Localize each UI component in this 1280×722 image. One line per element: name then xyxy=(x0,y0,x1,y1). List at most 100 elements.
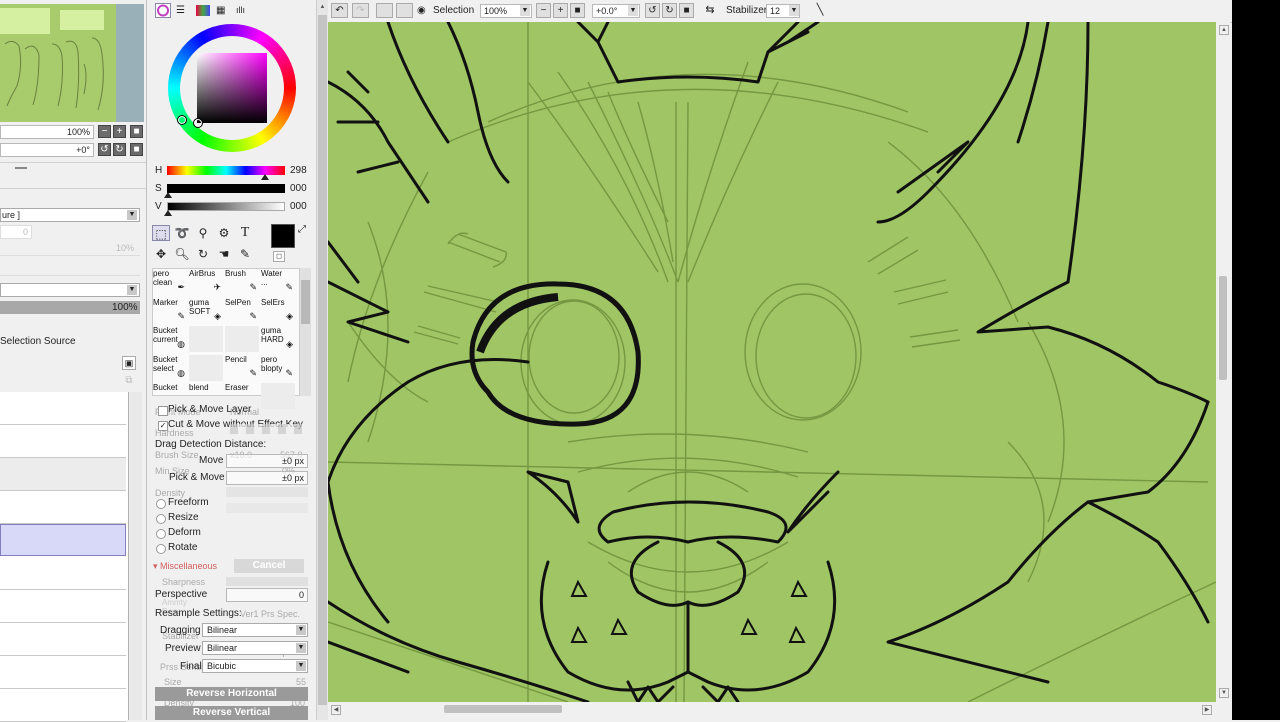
brush-slot[interactable]: pero clean ✒ xyxy=(153,269,187,295)
swatch-tab-icon[interactable]: ▦ xyxy=(216,5,229,16)
layer-option-select[interactable] xyxy=(0,283,140,297)
layer-row[interactable] xyxy=(0,623,126,656)
redo-button[interactable]: ↷ xyxy=(352,3,369,18)
canvas-scroll-up-icon[interactable]: ▲ xyxy=(1219,25,1229,35)
eyedropper-tool-icon[interactable]: ✎ xyxy=(236,246,254,262)
swap-colors-icon[interactable]: ⤢ xyxy=(298,224,306,235)
canvas-vertical-scrollbar[interactable]: ▲ ▼ xyxy=(1216,22,1230,702)
brush-slot[interactable] xyxy=(261,383,295,409)
layer-row[interactable] xyxy=(0,590,126,623)
rotate-cw-button[interactable]: ↻ xyxy=(662,3,677,18)
rotate-reset-button[interactable]: ■ xyxy=(130,143,143,156)
canvas-horizontal-scrollbar[interactable]: ◀ ▶ xyxy=(328,702,1216,716)
rotate-radio[interactable] xyxy=(156,544,166,554)
brush-slot[interactable] xyxy=(225,326,259,352)
move-distance-input[interactable]: ±0 px xyxy=(226,454,308,468)
canvas-horizontal-thumb[interactable] xyxy=(444,705,562,713)
selection-visibility-icon[interactable]: ◉ xyxy=(417,5,429,16)
reverse-horizontal-button[interactable]: Reverse Horizontal xyxy=(155,687,308,701)
canvas-zoom-out-button[interactable]: − xyxy=(536,3,551,18)
rotate-ccw-button[interactable]: ↺ xyxy=(645,3,660,18)
layer-list-scrollbar[interactable] xyxy=(130,392,142,720)
rotate-left-button[interactable]: ↺ xyxy=(98,143,111,156)
canvas-rotation-dropdown-icon[interactable]: ▼ xyxy=(628,5,638,16)
hand-tool-icon[interactable]: ✥ xyxy=(152,246,170,262)
perspective-input[interactable]: 0 xyxy=(226,588,308,602)
layer-row[interactable] xyxy=(0,491,126,524)
navigator-angle-input[interactable]: +0° xyxy=(0,143,94,157)
value-slider[interactable] xyxy=(167,202,285,211)
foreground-color-swatch[interactable] xyxy=(271,224,295,248)
text-tool-icon[interactable]: T xyxy=(236,225,254,241)
rect-select-tool-icon[interactable]: ⬚ xyxy=(152,225,170,241)
invert-selection-button[interactable] xyxy=(396,3,413,18)
line-tool-icon[interactable]: ╲ xyxy=(813,4,827,17)
hue-marker[interactable] xyxy=(177,115,187,125)
brush-slot[interactable]: Pencil ✎ xyxy=(225,355,259,381)
magic-wand-tool-icon[interactable]: ⚲ xyxy=(194,225,212,241)
rotate-reset-canvas-button[interactable]: ■ xyxy=(679,3,694,18)
rotate-right-button[interactable]: ↻ xyxy=(113,143,126,156)
tool-panel-scrollbar[interactable]: ▲ xyxy=(316,0,328,720)
brush-slot[interactable]: Water ... ✎ xyxy=(261,269,295,295)
resize-radio[interactable] xyxy=(156,514,166,524)
zoom-out-button[interactable]: − xyxy=(98,125,111,138)
brush-slot[interactable] xyxy=(189,354,223,381)
panel-grip[interactable] xyxy=(15,167,27,169)
reverse-vertical-button[interactable]: Reverse Vertical xyxy=(155,706,308,720)
hue-slider-thumb[interactable] xyxy=(261,174,269,180)
brush-slot[interactable]: pero blopty ✎ xyxy=(261,355,295,381)
layer-row[interactable] xyxy=(0,458,126,491)
new-layer-button[interactable]: ▣ xyxy=(122,356,136,370)
canvas-scroll-right-icon[interactable]: ▶ xyxy=(1202,705,1212,715)
navigator-thumbnail[interactable] xyxy=(0,4,144,122)
navigator-zoom-input[interactable]: 100% xyxy=(0,125,94,139)
move-tool-icon[interactable]: ⚙ xyxy=(215,225,233,241)
brush-slot[interactable]: guma HARD ◈ xyxy=(261,326,295,352)
brush-slot[interactable] xyxy=(189,326,223,352)
final-select[interactable]: Bicubic xyxy=(202,659,308,673)
zoom-in-button[interactable]: + xyxy=(113,125,126,138)
zoom-reset-button[interactable]: ■ xyxy=(130,125,143,138)
brush-slot[interactable]: Bucket current ◍ xyxy=(153,326,187,352)
layer-row[interactable] xyxy=(0,392,126,425)
stabilizer-dropdown-icon[interactable]: ▼ xyxy=(789,5,799,16)
layer-row[interactable] xyxy=(0,557,126,590)
layer-row[interactable] xyxy=(0,656,126,689)
brush-slot[interactable]: Bucket select ◍ xyxy=(153,355,187,381)
cut-move-checkbox[interactable]: ✓ xyxy=(158,421,168,431)
scratchpad-tab-icon[interactable]: ıllı xyxy=(236,5,250,16)
palette-tab-icon[interactable] xyxy=(196,5,210,16)
value-slider-thumb[interactable] xyxy=(164,210,172,216)
miscellaneous-header[interactable]: ▾ Miscellaneous xyxy=(153,560,233,572)
freeform-radio[interactable] xyxy=(156,499,166,509)
brush-slot[interactable]: AirBrush ✈ xyxy=(189,269,223,295)
lasso-tool-icon[interactable]: ➰ xyxy=(173,225,191,241)
layer-row[interactable] xyxy=(0,425,126,458)
deselect-button[interactable] xyxy=(376,3,393,18)
undo-button[interactable]: ↶ xyxy=(331,3,348,18)
brush-slot[interactable]: SelPen ✎ xyxy=(225,298,259,324)
brush-slot[interactable]: SelErs ◈ xyxy=(261,298,295,324)
preview-select[interactable]: Bilinear xyxy=(202,641,308,655)
pan-tool-icon[interactable]: ☚ xyxy=(215,246,233,262)
canvas-zoom-dropdown-icon[interactable]: ▼ xyxy=(520,5,530,16)
transparent-color-icon[interactable]: ◻ xyxy=(273,251,285,262)
brush-grid-scrollbar[interactable] xyxy=(300,268,311,396)
canvas-zoom-reset-button[interactable]: ■ xyxy=(570,3,585,18)
canvas-scroll-left-icon[interactable]: ◀ xyxy=(331,705,341,715)
blend-mode-select[interactable]: ure ] xyxy=(0,208,140,222)
canvas-vertical-thumb[interactable] xyxy=(1219,276,1227,380)
saturation-value-square[interactable] xyxy=(197,53,267,123)
layer-row[interactable] xyxy=(0,689,126,722)
brush-slot[interactable]: guma SOFT ◈ xyxy=(189,298,223,324)
brush-grid-scroll-thumb[interactable] xyxy=(301,280,310,324)
pick-move-layer-checkbox[interactable] xyxy=(158,406,168,416)
color-wheel-tab[interactable] xyxy=(155,3,171,18)
canvas-area[interactable] xyxy=(328,22,1216,702)
dragging-select[interactable]: Bilinear xyxy=(202,623,308,637)
canvas-scroll-down-icon[interactable]: ▼ xyxy=(1219,688,1229,698)
canvas-zoom-in-button[interactable]: + xyxy=(553,3,568,18)
color-picker-marker[interactable] xyxy=(193,118,203,128)
pick-move-distance-input[interactable]: ±0 px xyxy=(226,471,308,485)
